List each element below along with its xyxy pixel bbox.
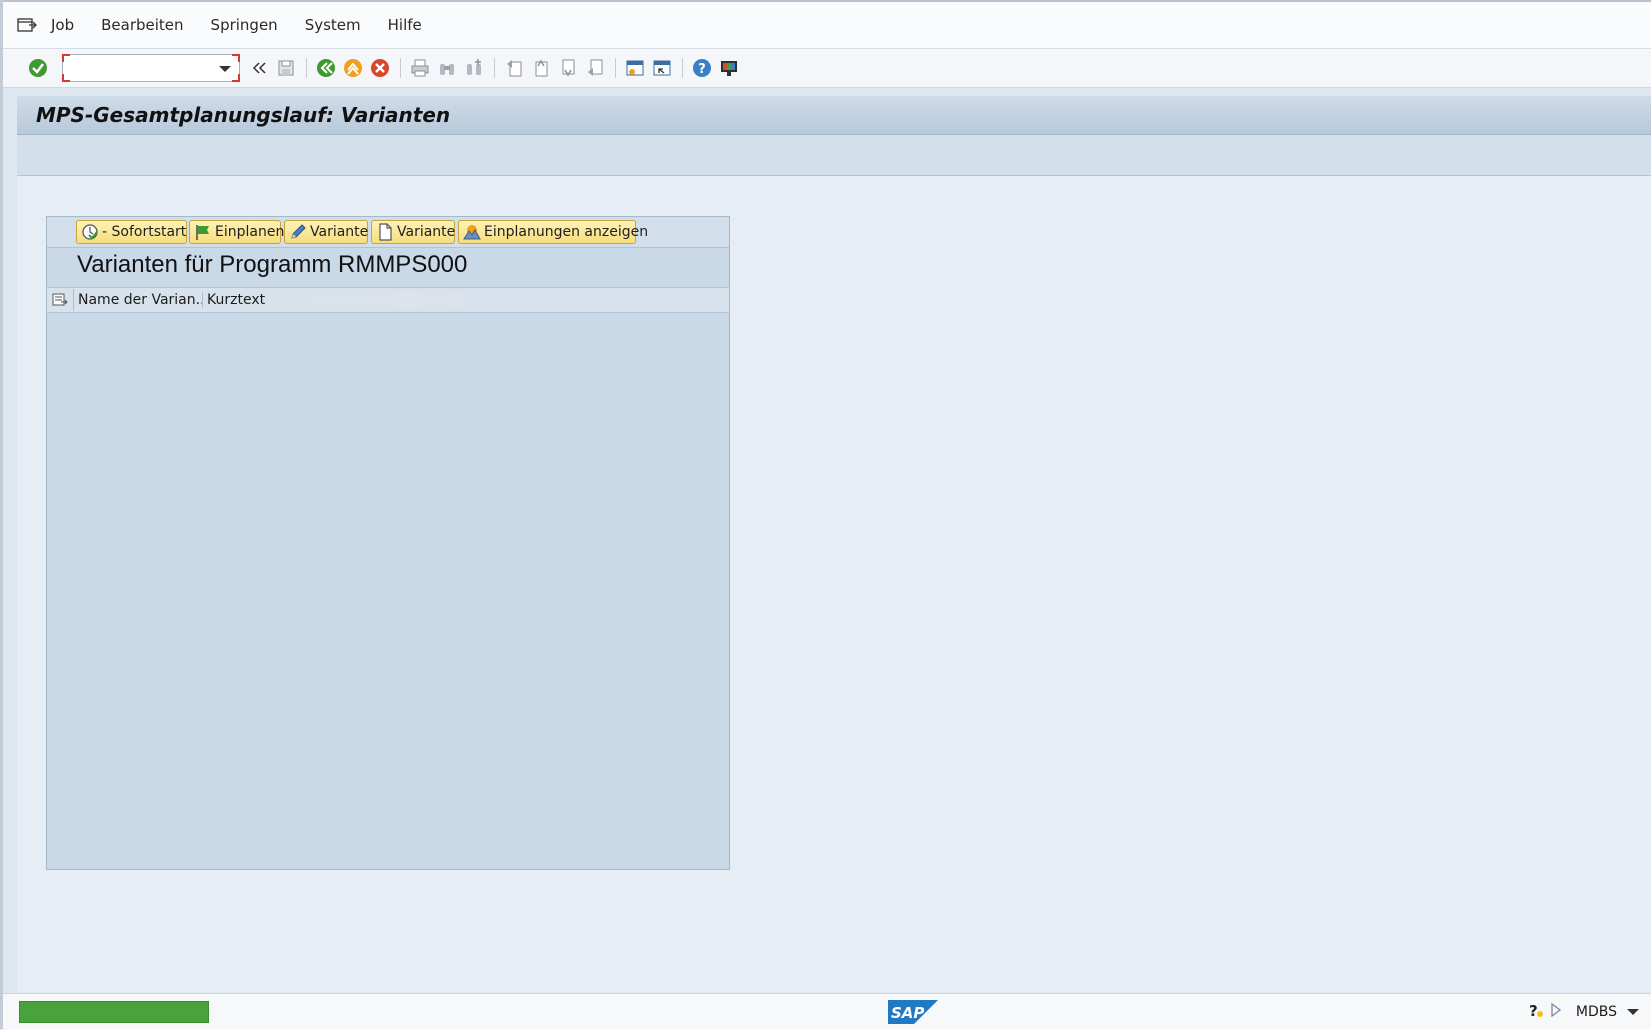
save-icon [278, 60, 294, 76]
command-field-corner [232, 74, 240, 82]
collapse-toolbar-button[interactable] [248, 57, 270, 79]
find-button[interactable] [436, 57, 458, 79]
chevron-down-icon[interactable] [219, 66, 231, 72]
command-input[interactable] [69, 58, 215, 80]
toolbar-separator [306, 58, 307, 78]
enter-button[interactable] [27, 57, 49, 79]
document-icon [376, 223, 394, 241]
create-variant-button[interactable]: Variante [371, 220, 455, 244]
schedule-button[interactable]: Einplanen [189, 220, 285, 244]
checkmark-icon [29, 59, 47, 77]
help-button[interactable]: ? [691, 57, 713, 79]
page-title: MPS-Gesamtplanungslauf: Varianten [36, 103, 451, 127]
chevron-down-icon[interactable] [1627, 1009, 1639, 1015]
toolbar-separator [682, 58, 683, 78]
print-button[interactable] [409, 57, 431, 79]
menu-hilfe[interactable]: Hilfe [388, 16, 422, 34]
command-field[interactable] [62, 54, 240, 82]
svg-text:?: ? [698, 62, 706, 77]
first-page-button[interactable] [503, 57, 525, 79]
menu-job[interactable]: Job [51, 16, 74, 34]
last-page-icon [588, 59, 603, 76]
variants-panel: - Sofortstart Einplanen Variante Variant… [46, 216, 730, 870]
immediate-start-label: - Sofortstart [102, 224, 187, 240]
immediate-start-button[interactable]: - Sofortstart [76, 220, 187, 244]
back-button[interactable] [315, 57, 337, 79]
back-icon [317, 59, 335, 77]
monitor-icon [721, 61, 737, 76]
customize-layout-button[interactable] [718, 57, 740, 79]
double-chevron-left-icon [252, 62, 266, 74]
progress-bar [19, 1001, 209, 1023]
show-schedules-label: Einplanungen anzeigen [484, 224, 649, 240]
svg-text:SAP: SAP [891, 1004, 924, 1022]
next-page-button[interactable] [557, 57, 579, 79]
system-toolbar: ? [3, 49, 1651, 88]
help-icon: ? [693, 59, 711, 77]
new-window-icon [626, 60, 644, 76]
main-area: MPS-Gesamtplanungslauf: Varianten - Sofo… [17, 96, 1651, 992]
find-next-button[interactable] [463, 57, 485, 79]
column-header-variant-name[interactable]: Name der Varian... [74, 292, 203, 308]
binoculars-icon [440, 64, 454, 75]
change-variant-label: Variante [310, 224, 369, 240]
menu-bearbeiten[interactable]: Bearbeiten [101, 16, 183, 34]
panel-toolbar: - Sofortstart Einplanen Variante Variant… [47, 217, 729, 248]
create-variant-label: Variante [397, 224, 456, 240]
svg-text:?: ? [1529, 1002, 1538, 1019]
select-all-icon[interactable] [47, 289, 74, 311]
change-variant-button[interactable]: Variante [284, 220, 368, 244]
toolbar-separator [494, 58, 495, 78]
menu-launcher-icon[interactable] [17, 17, 37, 33]
status-info: ? MDBS [1528, 1000, 1639, 1024]
next-page-icon [562, 59, 575, 77]
mountain-icon [463, 223, 481, 241]
last-page-button[interactable] [584, 57, 606, 79]
status-bar: SAP ? MDBS [3, 993, 1651, 1030]
toolbar-separator [615, 58, 616, 78]
first-page-icon [507, 60, 522, 77]
column-header-short-text[interactable]: Kurztext [203, 292, 463, 308]
key-icon[interactable]: ? [1528, 1001, 1544, 1023]
cancel-icon [371, 59, 389, 77]
save-button[interactable] [275, 57, 297, 79]
menu-system[interactable]: System [305, 16, 361, 34]
shortcut-button[interactable] [651, 57, 673, 79]
previous-page-button[interactable] [530, 57, 552, 79]
binoculars-plus-icon [467, 59, 481, 75]
print-icon [411, 59, 429, 77]
menu-springen[interactable]: Springen [211, 16, 278, 34]
system-name[interactable]: MDBS [1576, 1004, 1617, 1020]
show-schedules-button[interactable]: Einplanungen anzeigen [458, 220, 648, 244]
shortcut-icon [653, 60, 671, 76]
previous-page-icon [535, 59, 548, 77]
flag-icon [194, 223, 212, 241]
execute-clock-icon [81, 223, 99, 241]
application-toolbar [17, 135, 1651, 176]
pencil-icon [289, 223, 307, 241]
exit-button[interactable] [342, 57, 364, 79]
table-header: Name der Varian... Kurztext [47, 287, 729, 313]
play-icon[interactable] [1550, 1002, 1562, 1022]
schedule-label: Einplanen [215, 224, 285, 240]
menu-bar: Job Bearbeiten Springen System Hilfe [3, 2, 1651, 49]
new-session-button[interactable] [624, 57, 646, 79]
sap-logo: SAP [888, 1000, 938, 1024]
toolbar-separator [400, 58, 401, 78]
window-left-border [0, 0, 3, 1029]
exit-icon [344, 59, 362, 77]
command-field-corner [232, 54, 240, 62]
panel-title: Varianten für Programm RMMPS000 [77, 251, 468, 278]
title-bar: MPS-Gesamtplanungslauf: Varianten [17, 96, 1651, 135]
cancel-button[interactable] [369, 57, 391, 79]
